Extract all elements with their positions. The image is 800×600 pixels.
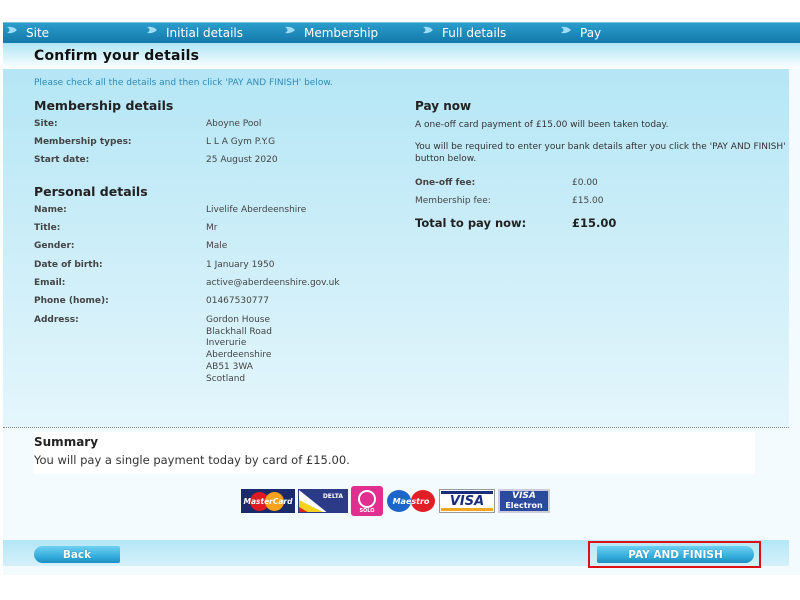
start-date-value: 25 August 2020 bbox=[206, 155, 278, 165]
progress-nav: Site Initial details Membership Full det… bbox=[3, 22, 800, 44]
address-value: Gordon House Blackhall Road Inverurie Ab… bbox=[206, 315, 272, 385]
maestro-logo: Maestro bbox=[386, 489, 436, 513]
divider bbox=[3, 427, 789, 428]
nav-step-pay[interactable]: Pay bbox=[560, 26, 601, 40]
site-value: Aboyne Pool bbox=[206, 119, 262, 129]
bank-details-text: You will be required to enter your bank … bbox=[415, 142, 786, 164]
highlight-box bbox=[588, 541, 761, 568]
checkout-page: Site Initial details Membership Full det… bbox=[3, 22, 800, 575]
summary-text: You will pay a single payment today by c… bbox=[34, 453, 350, 467]
arrow-icon bbox=[284, 26, 296, 34]
address-line: Gordon House bbox=[206, 315, 271, 325]
one-off-fee-label: One-off fee: bbox=[415, 178, 476, 188]
nav-step-initial-details[interactable]: Initial details bbox=[146, 26, 243, 40]
membership-fee-label: Membership fee: bbox=[415, 196, 491, 206]
address-line: Blackhall Road bbox=[206, 326, 273, 337]
phone-value: 01467530777 bbox=[206, 296, 269, 306]
title-value: Mr bbox=[206, 223, 218, 233]
nav-step-label: Site bbox=[26, 26, 50, 40]
page-title: Confirm your details bbox=[34, 48, 200, 64]
membership-fee-value: £15.00 bbox=[572, 196, 604, 206]
back-button[interactable]: Back bbox=[34, 546, 120, 563]
nav-step-site[interactable]: Site bbox=[6, 26, 49, 40]
membership-types-label: Membership types: bbox=[34, 137, 132, 147]
address-line: Scotland bbox=[206, 373, 246, 384]
arrow-icon bbox=[146, 26, 158, 34]
visa-electron-logo: VISA Electron bbox=[498, 489, 550, 513]
membership-types-value: L L A Gym P.Y.G bbox=[206, 137, 276, 147]
total-value: £15.00 bbox=[572, 216, 617, 230]
arrow-icon bbox=[560, 26, 572, 34]
personal-heading: Personal details bbox=[34, 184, 148, 199]
dob-value: 1 January 1950 bbox=[206, 260, 275, 270]
arrow-icon bbox=[6, 26, 18, 34]
details-panel: Please check all the details and then cl… bbox=[3, 69, 789, 427]
nav-step-membership[interactable]: Membership bbox=[284, 26, 378, 40]
accepted-cards: MasterCard DELTA SOLO Maestro VISA VISA … bbox=[241, 486, 550, 516]
one-off-fee-value: £0.00 bbox=[572, 178, 598, 188]
nav-step-label: Pay bbox=[580, 26, 602, 40]
summary-heading: Summary bbox=[34, 435, 99, 449]
name-label: Name: bbox=[34, 205, 67, 215]
visa-logo: VISA bbox=[439, 489, 495, 513]
total-label: Total to pay now: bbox=[415, 216, 527, 230]
summary-box: Summary You will pay a single payment to… bbox=[33, 432, 755, 474]
nav-step-label: Initial details bbox=[166, 26, 243, 40]
start-date-label: Start date: bbox=[34, 155, 90, 165]
gender-value: Male bbox=[206, 241, 228, 251]
address-line: Inverurie bbox=[206, 338, 247, 349]
pay-now-text: A one-off card payment of £15.00 will be… bbox=[415, 120, 669, 130]
site-label: Site: bbox=[34, 119, 58, 129]
address-label: Address: bbox=[34, 315, 79, 325]
email-value: active@aberdeenshire.gov.uk bbox=[206, 278, 340, 288]
nav-step-label: Full details bbox=[442, 26, 507, 40]
title-label: Title: bbox=[34, 223, 61, 233]
name-value: Livelife Aberdeenshire bbox=[206, 205, 307, 215]
title-bar: Confirm your details bbox=[3, 43, 800, 69]
email-label: Email: bbox=[34, 278, 66, 288]
nav-step-full-details[interactable]: Full details bbox=[422, 26, 506, 40]
solo-logo: SOLO bbox=[351, 486, 383, 516]
pay-now-heading: Pay now bbox=[415, 99, 472, 113]
phone-label: Phone (home): bbox=[34, 296, 109, 306]
dob-label: Date of birth: bbox=[34, 260, 103, 270]
address-line: AB51 3WA bbox=[206, 361, 253, 372]
address-line: Aberdeenshire bbox=[206, 350, 272, 361]
gender-label: Gender: bbox=[34, 241, 75, 251]
delta-logo: DELTA bbox=[298, 489, 348, 513]
arrow-icon bbox=[422, 26, 434, 34]
membership-heading: Membership details bbox=[34, 98, 174, 113]
instruction-text: Please check all the details and then cl… bbox=[34, 78, 333, 88]
nav-step-label: Membership bbox=[304, 26, 379, 40]
mastercard-logo: MasterCard bbox=[241, 489, 295, 513]
